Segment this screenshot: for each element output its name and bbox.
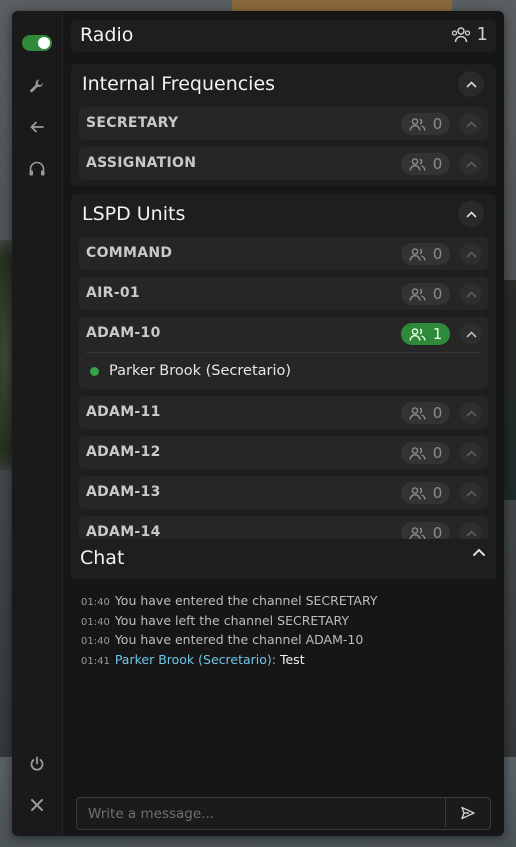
channel-row[interactable]: COMMAND 0 (79, 237, 488, 270)
channel-expand-chevron-icon[interactable] (460, 243, 482, 265)
channel-row[interactable]: ADAM-12 0 (79, 436, 488, 469)
channel-expand-chevron-icon[interactable] (460, 442, 482, 464)
channel-section: Internal Frequencies SECRETARY 0 ASSIGNA… (71, 64, 496, 186)
message-time: 01:40 (81, 636, 110, 647)
online-status-dot (90, 366, 99, 376)
section-title: Internal Frequencies (82, 73, 276, 95)
users-icon (409, 406, 426, 421)
channel-name: ADAM-11 (86, 404, 161, 420)
power-icon[interactable] (24, 752, 50, 776)
channel-name: ADAM-13 (86, 484, 161, 500)
users-icon (409, 157, 426, 172)
channel-row[interactable]: ADAM-13 0 (79, 476, 488, 509)
channel-name: ADAM-12 (86, 444, 161, 460)
channel-expand-chevron-icon[interactable] (460, 402, 482, 424)
channel-user-count: 0 (401, 442, 450, 464)
message-time: 01:40 (81, 616, 110, 628)
message-text: You have entered the channel SECRETARY (114, 593, 378, 608)
channel-user-count: 0 (401, 113, 450, 135)
send-icon (461, 806, 475, 819)
message-text: You have entered the channel ADAM-10 (114, 632, 364, 647)
section-title: LSPD Units (82, 203, 186, 225)
channel-section: LSPD Units COMMAND 0 AIR-01 0 ADAM-10 1 … (71, 194, 496, 539)
channel-expand-chevron-icon[interactable] (460, 153, 482, 175)
channel-user-count: 0 (401, 153, 450, 175)
users-icon (409, 247, 426, 262)
chat-message: 01:41 Parker Brook (Secretario): Test (81, 650, 492, 670)
channel-row[interactable]: ADAM-10 1 Parker Brook (Secretario) (79, 317, 488, 389)
channel-member: Parker Brook (Secretario) (90, 363, 291, 379)
channel-expand-chevron-icon[interactable] (460, 522, 482, 539)
users-icon (409, 287, 426, 302)
radio-app: Radio 1 Internal Frequencies SECRETARY 0… (12, 11, 504, 836)
chat-message: 01:40 You have left the channel SECRETARY (81, 611, 492, 631)
close-icon[interactable] (24, 793, 50, 817)
chat-message: 01:40 You have entered the channel ADAM-1… (81, 630, 492, 650)
channel-row[interactable]: ASSIGNATION 0 (79, 147, 488, 180)
users-icon (451, 26, 471, 44)
send-button[interactable] (445, 798, 490, 827)
users-icon (409, 327, 426, 342)
message-time: 01:41 (81, 655, 110, 667)
background-right (502, 280, 516, 500)
message-text: Test (279, 651, 305, 667)
back-arrow-icon[interactable] (24, 115, 50, 139)
channel-user-count: 0 (401, 482, 450, 504)
channel-expand-chevron-icon[interactable] (460, 113, 482, 135)
channel-user-count: 0 (401, 402, 450, 424)
online-count: 1 (451, 24, 488, 45)
users-icon (409, 446, 426, 461)
message-composer (76, 797, 491, 830)
divider (86, 352, 481, 353)
channel-name: ASSIGNATION (86, 155, 197, 171)
channel-list[interactable]: Internal Frequencies SECRETARY 0 ASSIGNA… (71, 64, 496, 539)
page-title: Radio (80, 24, 134, 46)
message-text: You have left the channel SECRETARY (114, 612, 350, 628)
channel-row[interactable]: ADAM-11 0 (79, 396, 488, 429)
users-icon (409, 526, 426, 539)
section-collapse-chevron-icon[interactable] (458, 71, 484, 97)
channel-expand-chevron-icon[interactable] (460, 323, 482, 345)
channel-name: SECRETARY (86, 115, 179, 131)
chat-header: Chat (71, 539, 496, 579)
channel-expand-chevron-icon[interactable] (460, 283, 482, 305)
channel-name: ADAM-14 (86, 524, 161, 539)
message-time: 01:40 (81, 597, 110, 608)
message-author: Parker Brook (Secretario): (114, 651, 276, 667)
chat-title: Chat (80, 547, 125, 569)
users-icon (409, 117, 426, 132)
section-collapse-chevron-icon[interactable] (458, 201, 484, 227)
wrench-icon[interactable] (24, 74, 50, 98)
headphones-icon[interactable] (24, 157, 50, 181)
channel-user-count: 1 (401, 323, 450, 345)
channel-row[interactable]: ADAM-14 0 (79, 516, 488, 539)
radio-header: Radio 1 (71, 20, 496, 52)
channel-row[interactable]: SECRETARY 0 (79, 107, 488, 140)
main-panel: Radio 1 Internal Frequencies SECRETARY 0… (63, 11, 504, 836)
channel-user-count: 0 (401, 283, 450, 305)
chat-log: 01:40 You have entered the channel SECRET… (81, 591, 492, 669)
channel-expand-chevron-icon[interactable] (460, 482, 482, 504)
channel-user-count: 0 (401, 243, 450, 265)
channel-name: AIR-01 (86, 285, 140, 301)
chat-collapse-chevron-icon[interactable] (472, 547, 486, 557)
radio-power-toggle[interactable] (22, 35, 52, 51)
channel-name: COMMAND (86, 245, 173, 261)
channel-name: ADAM-10 (86, 325, 161, 341)
channel-row[interactable]: AIR-01 0 (79, 277, 488, 310)
chat-message: 01:40 You have entered the channel SECRET… (81, 591, 492, 611)
side-rail (12, 11, 63, 836)
message-input[interactable] (77, 798, 458, 829)
users-icon (409, 486, 426, 501)
channel-user-count: 0 (401, 522, 450, 539)
